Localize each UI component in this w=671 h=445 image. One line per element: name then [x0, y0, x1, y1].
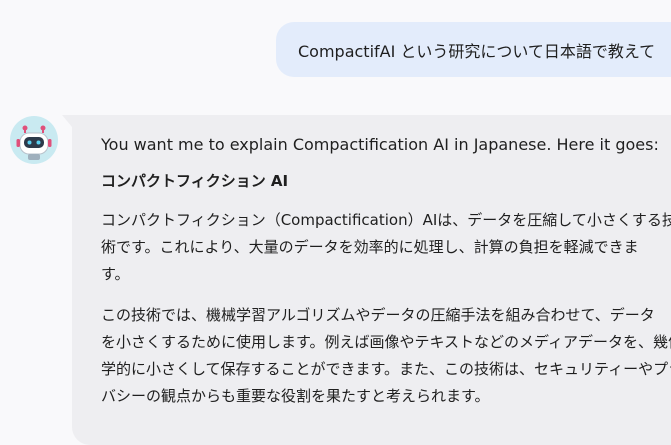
paragraph-2-line: 学的に小さくして保存することができます。また、この技術は、セキュリティーやプライ	[101, 360, 671, 378]
paragraph-1-line: す。	[101, 265, 130, 283]
robot-icon	[16, 125, 52, 160]
user-message-text: CompactifAI という研究について日本語で教えて	[298, 41, 656, 61]
assistant-intro-text: You want me to explain Compactification …	[101, 135, 659, 154]
paragraph-2-line: バシーの観点からも重要な役割を果たすと考えられます。	[101, 387, 490, 405]
paragraph-2-line: この技術では、機械学習アルゴリズムやデータの圧縮手法を組み合わせて、データ	[101, 306, 655, 324]
paragraph-1-line: 術です。これにより、大量のデータを効率的に処理し、計算の負担を軽減できま	[101, 238, 639, 256]
assistant-paragraph-1: コンパクトフィクション（Compactification）AIは、データを圧縮し…	[101, 207, 671, 288]
assistant-paragraph-2: この技術では、機械学習アルゴリズムやデータの圧縮手法を組み合わせて、データ を小…	[101, 302, 671, 410]
paragraph-1-line: コンパクトフィクション（Compactification）AIは、データを圧縮し…	[101, 211, 671, 229]
assistant-message-bubble: You want me to explain Compactification …	[62, 115, 671, 445]
assistant-avatar	[10, 116, 58, 164]
paragraph-2-line: を小さくするために使用します。例えば画像やテキストなどのメディアデータを、幾何	[101, 333, 671, 351]
user-message-bubble: CompactifAI という研究について日本語で教えて	[276, 22, 671, 77]
assistant-heading: コンパクトフィクション AI	[101, 172, 289, 190]
